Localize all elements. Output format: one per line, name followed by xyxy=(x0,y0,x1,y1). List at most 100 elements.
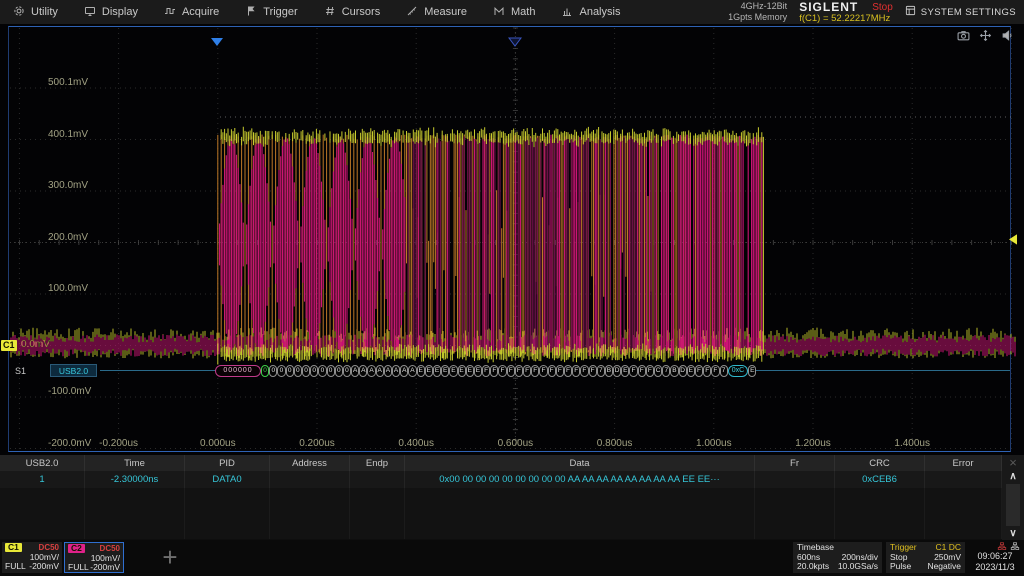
table-cell xyxy=(405,505,755,522)
decode-nibble: D xyxy=(679,365,687,377)
table-header-address: Address xyxy=(270,455,350,471)
display-icon xyxy=(84,5,96,20)
table-cell xyxy=(270,488,350,505)
decode-nibble: 0 xyxy=(327,365,335,377)
menu-item-utility[interactable]: Utility xyxy=(0,0,71,24)
oscilloscope-screen: UtilityDisplayAcquireTriggerCursors Measu… xyxy=(0,0,1024,576)
decode-table-header: USB2.0TimePIDAddressEndpDataFrCRCError xyxy=(0,455,1002,471)
scroll-up-icon[interactable]: ∧ xyxy=(1009,470,1016,483)
decode-nibble: F xyxy=(539,365,547,377)
decode-nibble: F xyxy=(695,365,703,377)
add-channel-button[interactable]: + xyxy=(148,542,192,573)
table-scrollbar: ×∧ ∨ xyxy=(1002,455,1024,540)
decode-sync-field: 000000 xyxy=(215,365,261,377)
timebase-box[interactable]: Timebase600ns200ns/div20.0kpts10.0GSa/s xyxy=(793,542,882,573)
decode-nibble: F xyxy=(564,365,572,377)
network-icon-gray xyxy=(1010,542,1020,551)
decode-bus-label: S1 xyxy=(15,366,26,376)
table-cell xyxy=(85,505,185,522)
table-header-pid: PID xyxy=(185,455,270,471)
analysis-icon xyxy=(561,5,573,20)
table-cell: -2.30000ns xyxy=(85,471,185,488)
settings-grid-icon xyxy=(905,5,916,19)
menu-item-acquire[interactable]: Acquire xyxy=(151,0,232,24)
decode-table-row[interactable]: 1-2.30000nsDATA00x00 00 00 00 00 00 00 0… xyxy=(0,471,1002,488)
scroll-down-icon[interactable]: ∨ xyxy=(1009,527,1016,540)
decode-nibble: C xyxy=(654,365,662,377)
timebase-samplerate: 10.0GSa/s xyxy=(838,562,878,572)
time-axis-label: 1.400us xyxy=(894,438,930,449)
math-icon xyxy=(493,5,505,20)
trigger-flag-icon xyxy=(245,5,257,20)
decode-nibble: F xyxy=(507,365,515,377)
waveform-display-area[interactable]: 500.1mV400.1mV300.0mV200.0mV100.0mV-100.… xyxy=(0,24,1024,455)
voltage-axis-label: -100.0mV xyxy=(48,386,91,397)
scrollbar-thumb[interactable] xyxy=(1006,484,1020,526)
clock-box: 09:06:272023/11/3 xyxy=(968,542,1022,572)
table-cell xyxy=(350,471,405,488)
frequency-counter: f(C1) = 52.22217MHz xyxy=(799,14,893,24)
bandwidth-label: 4GHz-12Bit xyxy=(728,1,787,12)
time-axis-label: 0.400us xyxy=(398,438,434,449)
decode-nibble: E xyxy=(433,365,441,377)
table-cell xyxy=(185,522,270,539)
decode-nibble: E xyxy=(621,365,629,377)
decode-nibble: E xyxy=(458,365,466,377)
decode-protocol-badge[interactable]: USB2.0 xyxy=(50,364,97,377)
menu-item-display[interactable]: Display xyxy=(71,0,151,24)
decode-nibble: 0 xyxy=(310,365,318,377)
timebase-row: 20.0kpts10.0GSa/s xyxy=(797,562,878,572)
voltage-axis-label: 200.0mV xyxy=(48,232,88,243)
menu-item-label: Math xyxy=(511,6,535,18)
menu-item-measure[interactable]: Measure xyxy=(393,0,480,24)
decode-nibble: F xyxy=(711,365,719,377)
decode-eop-field: 0xC xyxy=(728,365,748,377)
menu-item-trigger[interactable]: Trigger xyxy=(232,0,310,24)
decode-nibble: F xyxy=(580,365,588,377)
decode-nibble: A xyxy=(408,365,416,377)
channel-box-c2[interactable]: C2DC50100mV/FULL-200mV xyxy=(64,542,124,573)
menu-item-label: Measure xyxy=(424,6,467,18)
system-info: 4GHz-12Bit 1Gpts Memory xyxy=(728,1,787,23)
time-axis-label: 1.000us xyxy=(696,438,732,449)
cursors-hash-icon xyxy=(324,5,336,20)
decode-nibble: A xyxy=(400,365,408,377)
speaker-icon[interactable] xyxy=(1001,29,1014,47)
trigger-row: PulseNegative xyxy=(890,562,961,572)
fit-screen-icon[interactable] xyxy=(979,29,992,47)
brand-logo: SIGLENT xyxy=(799,0,858,14)
decode-nibble: D xyxy=(613,365,621,377)
menu-item-analysis[interactable]: Analysis xyxy=(548,0,633,24)
decode-table-empty-row xyxy=(0,505,1002,522)
table-cell xyxy=(185,505,270,522)
delay-reference-marker[interactable] xyxy=(509,38,521,46)
decode-nibble: F xyxy=(548,365,556,377)
graticule-and-trace[interactable] xyxy=(0,24,1024,455)
brand-block: SIGLENT Stop f(C1) = 52.22217MHz xyxy=(799,0,893,24)
decode-table-empty-row xyxy=(0,488,1002,505)
channel-name-badge: C1 xyxy=(5,543,22,552)
voltage-axis-label: 400.1mV xyxy=(48,129,88,140)
channel-box-c1[interactable]: C1DC50100mV/FULL-200mV xyxy=(2,542,62,573)
table-cell xyxy=(925,488,1002,505)
menu-item-cursors[interactable]: Cursors xyxy=(311,0,394,24)
decode-nibble: F xyxy=(498,365,506,377)
acquisition-state[interactable]: Stop xyxy=(872,2,893,13)
decode-nibble: A xyxy=(359,365,367,377)
trigger-position-marker[interactable] xyxy=(211,38,223,46)
decode-nibble: 0 xyxy=(343,365,351,377)
waveform-trace xyxy=(11,117,1015,365)
table-cell xyxy=(835,522,925,539)
decode-nibble: 0 xyxy=(294,365,302,377)
menu-item-math[interactable]: Math xyxy=(480,0,548,24)
close-table-icon[interactable]: × xyxy=(1009,455,1017,470)
decode-result-table: USB2.0TimePIDAddressEndpDataFrCRCError1-… xyxy=(0,455,1024,540)
table-cell xyxy=(405,488,755,505)
trigger-box[interactable]: TriggerC1 DCStop250mVPulseNegative xyxy=(886,542,965,573)
decode-nibble: F xyxy=(515,365,523,377)
system-settings-button[interactable]: SYSTEM SETTINGS xyxy=(905,5,1016,19)
camera-icon[interactable] xyxy=(957,29,970,47)
decode-nibble: E xyxy=(449,365,457,377)
decode-eop-nibble: E xyxy=(748,365,756,377)
c1-ground-badge[interactable]: C1 xyxy=(1,340,17,351)
